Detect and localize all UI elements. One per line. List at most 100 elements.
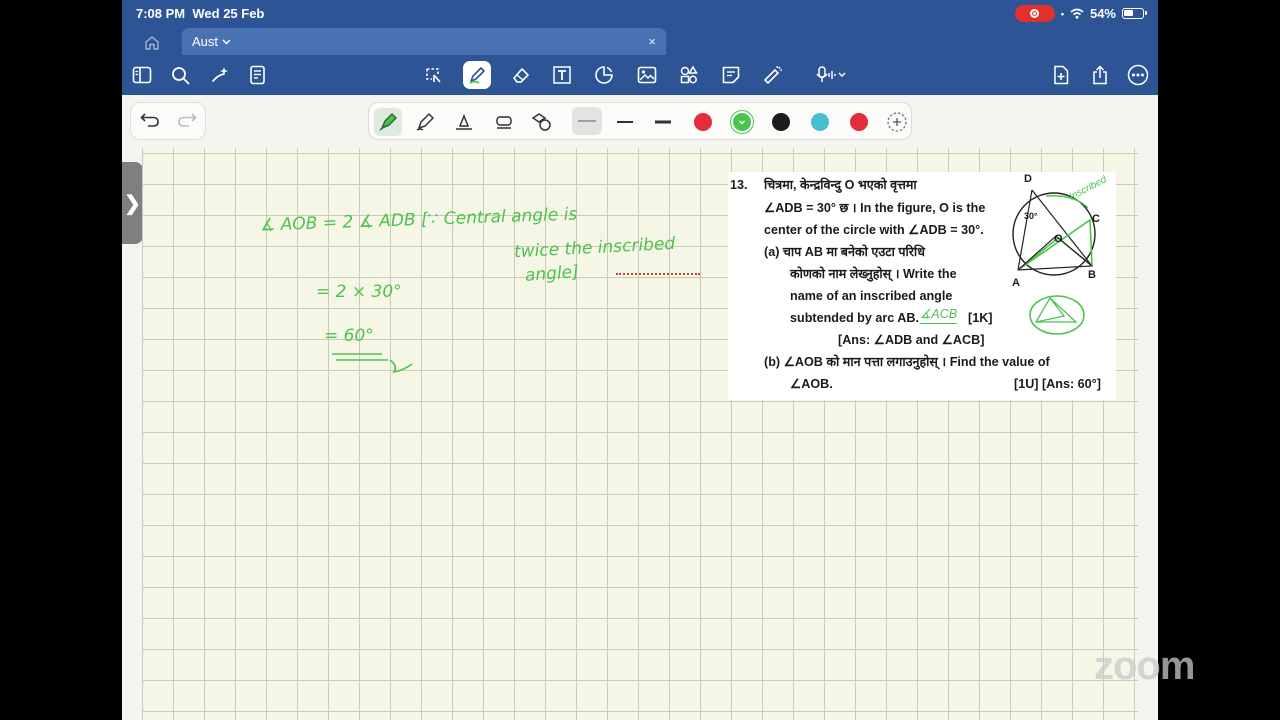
- zoom-watermark: zoom: [1094, 644, 1195, 688]
- home-icon: [145, 35, 159, 50]
- chevron-down-icon: [222, 38, 231, 45]
- more-button[interactable]: [1124, 61, 1152, 89]
- sidebar-toggle-button[interactable]: [128, 61, 156, 89]
- stroke-medium-button[interactable]: [611, 108, 639, 136]
- color-black[interactable]: [772, 113, 790, 131]
- part-b-marks-answer: [1U] [Ans: 60°]: [1014, 377, 1101, 391]
- brush-pen-icon: [456, 113, 472, 130]
- brush-pen-button[interactable]: [450, 108, 478, 136]
- battery-icon: [1122, 8, 1147, 19]
- audio-recording-button[interactable]: [811, 61, 851, 89]
- text-tool-button[interactable]: [548, 61, 576, 89]
- sparkle-pen-icon: [212, 67, 228, 82]
- stroke-thick-button[interactable]: [649, 108, 677, 136]
- thick-line-icon: [655, 120, 671, 124]
- question-nepali-line: चित्रमा, केन्द्रविन्दु O भएको वृत्तमा: [764, 178, 917, 192]
- tab-close-button[interactable]: ×: [648, 34, 656, 49]
- eraser-tool-button[interactable]: [507, 61, 535, 89]
- laser-pointer-icon: [763, 65, 783, 85]
- tab-aust[interactable]: Aust ×: [182, 28, 666, 55]
- dotted-underline: [616, 273, 700, 275]
- more-icon: [1127, 64, 1149, 86]
- figure-label-c: C: [1092, 213, 1100, 225]
- pen-icon: [469, 67, 485, 84]
- sidebar-icon: [132, 66, 152, 84]
- home-button[interactable]: [138, 30, 166, 54]
- handwriting-line-5: = 60°: [324, 326, 374, 346]
- notes-app: 7:08 PM Wed 25 Feb • 54% Aust × ❯ ∡ AOB …: [122, 0, 1158, 720]
- handwriting-line-4: = 2 × 30°: [316, 282, 402, 302]
- pen-tool-button[interactable]: [463, 61, 491, 89]
- stroke-thin-button[interactable]: [572, 107, 602, 135]
- color-green[interactable]: [733, 113, 751, 131]
- sidebar-expand-handle[interactable]: ❯: [122, 162, 143, 244]
- microphone-icon: [816, 66, 846, 82]
- image-tool-button[interactable]: [633, 61, 661, 89]
- thin-line-icon: [578, 120, 596, 122]
- pen-options-bar: [368, 102, 912, 140]
- figure-label-angle: 30°: [1024, 211, 1038, 221]
- highlighter-button[interactable]: [490, 108, 518, 136]
- shape-tool-button[interactable]: [590, 61, 618, 89]
- image-icon: [637, 66, 657, 84]
- part-b-line-2: ∠AOB.: [790, 377, 833, 391]
- part-a-answer: [Ans: ∠ADB and ∠ACB]: [838, 333, 985, 347]
- part-a-nepali: (a) चाप AB मा बनेको एउटा परिधि: [764, 245, 925, 259]
- lasso-tool-button[interactable]: [419, 61, 447, 89]
- redo-button[interactable]: [177, 111, 197, 132]
- question-number: 13.: [730, 178, 748, 192]
- redo-icon: [177, 112, 197, 127]
- tab-label: Aust: [192, 34, 219, 49]
- part-a-marks: [1K]: [968, 311, 993, 325]
- add-page-icon: [1054, 65, 1069, 85]
- battery-percent: 54%: [1089, 6, 1116, 21]
- shape-pen-button[interactable]: [528, 108, 556, 136]
- add-color-button[interactable]: [883, 108, 911, 136]
- laser-pointer-button[interactable]: [759, 61, 787, 89]
- undo-redo-group: [130, 102, 206, 140]
- sticker-icon: [595, 66, 613, 84]
- color-red-2[interactable]: [850, 113, 868, 131]
- wifi-icon: [1070, 8, 1084, 19]
- status-indicators: • 54%: [1014, 5, 1147, 22]
- sticky-note-button[interactable]: [717, 61, 745, 89]
- share-icon: [1093, 65, 1107, 85]
- add-page-button[interactable]: [1047, 61, 1075, 89]
- medium-line-icon: [617, 121, 633, 123]
- color-red-1[interactable]: [694, 113, 712, 131]
- share-button[interactable]: [1086, 61, 1114, 89]
- eraser-icon: [513, 68, 529, 83]
- highlighter-icon: [496, 116, 512, 129]
- handwriting-line-3: angle]: [524, 262, 580, 286]
- ballpoint-pen-icon: [416, 113, 434, 131]
- figure-label-d: D: [1024, 173, 1032, 185]
- figure-label-a: A: [1012, 277, 1020, 289]
- answer-underline-mark: [332, 353, 413, 374]
- date: Wed 25 Feb: [192, 6, 265, 21]
- color-cyan[interactable]: [811, 113, 829, 131]
- part-a-handwritten-answer: ∡ACB: [920, 305, 958, 324]
- ai-assist-button[interactable]: [206, 61, 234, 89]
- outline-button[interactable]: [244, 61, 272, 89]
- document-list-icon: [250, 65, 265, 85]
- search-icon: [171, 66, 189, 84]
- question-line-2: center of the circle with ∠ADB = 30°.: [764, 223, 984, 237]
- fountain-pen-icon: [379, 113, 397, 131]
- app-header: 7:08 PM Wed 25 Feb • 54% Aust ×: [122, 0, 1158, 95]
- dots-icon: •: [1060, 8, 1064, 19]
- add-color-icon: [887, 112, 907, 132]
- note-icon: [722, 66, 740, 84]
- search-button[interactable]: [166, 61, 194, 89]
- recording-indicator: [1014, 5, 1055, 22]
- status-time: 7:08 PM Wed 25 Feb: [136, 6, 264, 21]
- green-sketch-circle: [1029, 295, 1085, 335]
- part-a-nepali-2: कोणको नाम लेख्नुहोस् । Write the: [790, 267, 957, 281]
- part-a-line-3: name of an inscribed angle: [790, 289, 953, 303]
- undo-button[interactable]: [139, 111, 160, 132]
- ballpoint-pen-button[interactable]: [411, 108, 439, 136]
- pasted-question-image[interactable]: 13. चित्रमा, केन्द्रविन्दु O भएको वृत्तम…: [728, 172, 1116, 400]
- part-a-line-4: subtended by arc AB.: [790, 311, 919, 325]
- elements-tool-button[interactable]: [675, 61, 703, 89]
- fountain-pen-button[interactable]: [374, 108, 402, 136]
- shape-pen-icon: [531, 113, 551, 131]
